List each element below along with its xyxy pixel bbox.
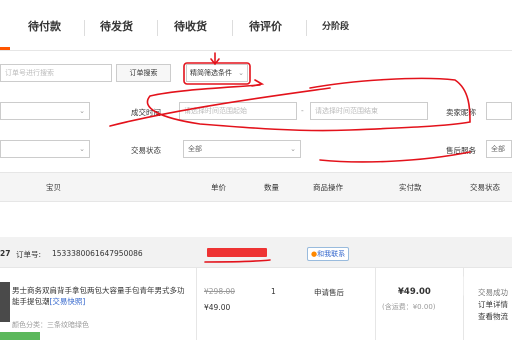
- time-label: 成交时间: [131, 108, 161, 117]
- contact-seller-label: 和我联系: [317, 250, 346, 258]
- time-end-input[interactable]: 请选择时间范围结束: [310, 102, 428, 120]
- chevron-down-icon: ⌄: [79, 107, 85, 115]
- order-number-label: 订单号:: [16, 250, 42, 259]
- view-logistics-link[interactable]: 查看物流: [478, 311, 508, 322]
- tab-separator: [157, 20, 158, 36]
- filter-select-left-2[interactable]: ⌄: [0, 140, 90, 158]
- status-value: 全部: [188, 145, 202, 153]
- header-item-actions: 商品操作: [313, 183, 343, 192]
- tab-separator: [306, 20, 307, 36]
- order-search-input[interactable]: 订单号进行搜索: [0, 64, 112, 82]
- header-item: 宝贝: [46, 183, 61, 192]
- active-tab-indicator: [0, 47, 10, 50]
- header-qty: 数量: [264, 183, 279, 192]
- tab-separator: [232, 20, 233, 36]
- original-price: ¥298.00: [204, 287, 236, 296]
- tab-pending-payment[interactable]: 待付款: [28, 17, 61, 37]
- tab-separator: [84, 20, 85, 36]
- snapshot-link[interactable]: [交易快照]: [50, 297, 86, 306]
- green-tag: [0, 332, 40, 340]
- service-value: 全部: [491, 145, 505, 153]
- status-label: 交易状态: [131, 146, 161, 155]
- divider: [196, 268, 197, 340]
- seller-input[interactable]: [486, 102, 512, 120]
- tab-pending-receipt[interactable]: 待收货: [174, 17, 207, 37]
- header-price: 单价: [211, 183, 226, 192]
- shipping-note: (含运费：¥0.00): [382, 303, 436, 311]
- status-select[interactable]: 全部 ⌄: [183, 140, 301, 158]
- time-dash: -: [301, 106, 304, 115]
- service-select[interactable]: 全部: [486, 140, 512, 158]
- apply-after-sale-link[interactable]: 申请售后: [314, 287, 344, 298]
- tab-pending-review[interactable]: 待评价: [249, 17, 282, 37]
- product-title-text: 男士商务双肩背手拿包两包大容量手包青年男式多功能手提包潮: [12, 286, 185, 306]
- order-tabs: 待付款 待发货 待收货 待评价 分阶段: [0, 0, 512, 51]
- tab-staged[interactable]: 分阶段: [322, 17, 349, 37]
- order-date: 27: [0, 249, 11, 258]
- header-status: 交易状态: [470, 183, 500, 192]
- order-details-link[interactable]: 订单详情: [478, 299, 508, 310]
- product-title[interactable]: 男士商务双肩背手拿包两包大容量手包青年男式多功能手提包潮[交易快照]: [12, 285, 188, 307]
- product-thumbnail[interactable]: [0, 282, 10, 322]
- chevron-down-icon: ⌄: [290, 145, 296, 153]
- service-label: 售后服务: [446, 146, 476, 155]
- divider: [375, 268, 376, 340]
- advanced-filter-label: 精简筛选条件: [190, 69, 232, 77]
- unit-price: ¥49.00: [204, 303, 231, 312]
- order-table-header: 宝贝 单价 数量 商品操作 实付款 交易状态: [0, 172, 512, 202]
- tab-pending-shipment[interactable]: 待发货: [100, 17, 133, 37]
- chevron-down-icon: ⌄: [238, 69, 244, 77]
- product-spec: 颜色分类：三条纹暗绿色: [12, 321, 89, 329]
- time-start-input[interactable]: 请选择时间范围起始: [179, 102, 297, 120]
- order-number: 1533380061647950086: [52, 249, 143, 258]
- trade-status: 交易成功: [478, 288, 508, 297]
- header-paid: 实付款: [399, 183, 422, 192]
- seller-label: 卖家昵称: [446, 108, 476, 117]
- advanced-filter-toggle[interactable]: 精简筛选条件 ⌄: [186, 64, 248, 82]
- quantity: 1: [271, 287, 276, 296]
- order-header: 27 订单号: 1533380061647950086 ●和我联系: [0, 237, 512, 268]
- paid-amount: ¥49.00: [398, 287, 431, 297]
- chevron-down-icon: ⌄: [79, 145, 85, 153]
- order-search-button[interactable]: 订单搜索: [116, 64, 171, 82]
- divider: [463, 268, 464, 340]
- contact-seller-button[interactable]: ●和我联系: [307, 247, 350, 261]
- shop-name-redacted: [207, 248, 267, 257]
- filter-select-left[interactable]: ⌄: [0, 102, 90, 120]
